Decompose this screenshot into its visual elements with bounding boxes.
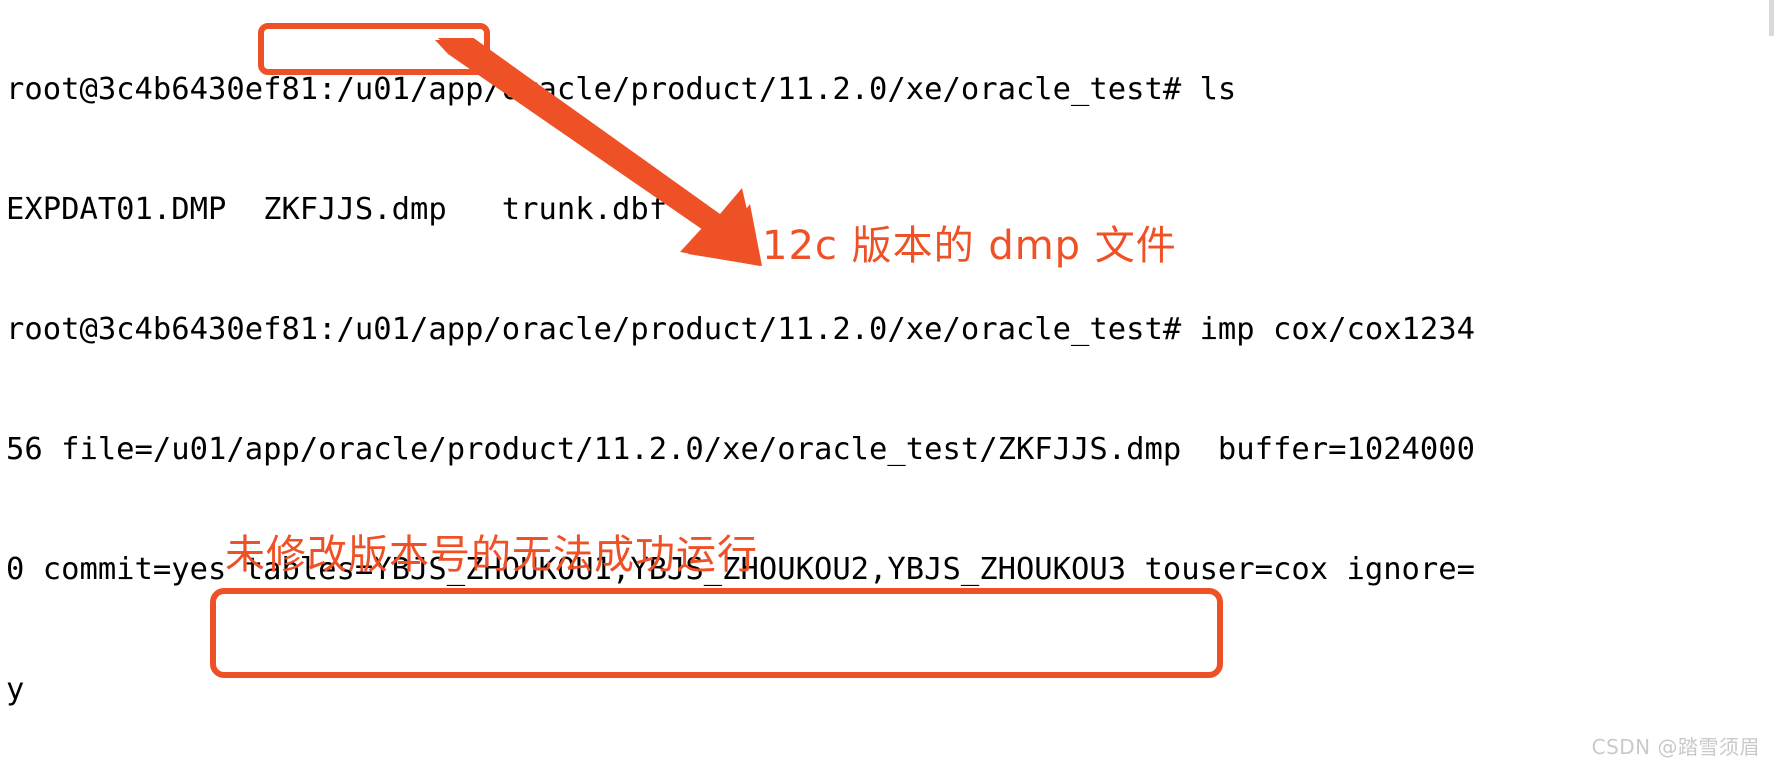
terminal-line: y <box>6 672 25 707</box>
csdn-watermark: CSDN @踏雪须眉 <box>1591 735 1760 759</box>
terminal-window: root@3c4b6430ef81:/u01/app/oracle/produc… <box>0 0 1774 776</box>
terminal-line: 56 file=/u01/app/oracle/product/11.2.0/x… <box>6 432 1476 467</box>
terminal-line: root@3c4b6430ef81:/u01/app/oracle/produc… <box>6 72 1237 107</box>
terminal-output: root@3c4b6430ef81:/u01/app/oracle/produc… <box>6 0 1774 776</box>
terminal-line: EXPDAT01.DMP ZKFJJS.dmp trunk.dbf <box>6 192 668 227</box>
scrollbar-edge[interactable] <box>1769 0 1774 36</box>
terminal-line: root@3c4b6430ef81:/u01/app/oracle/produc… <box>6 312 1476 347</box>
terminal-line: 0 commit=yes tables=YBJS_ZHOUKOU1,YBJS_Z… <box>6 552 1476 587</box>
